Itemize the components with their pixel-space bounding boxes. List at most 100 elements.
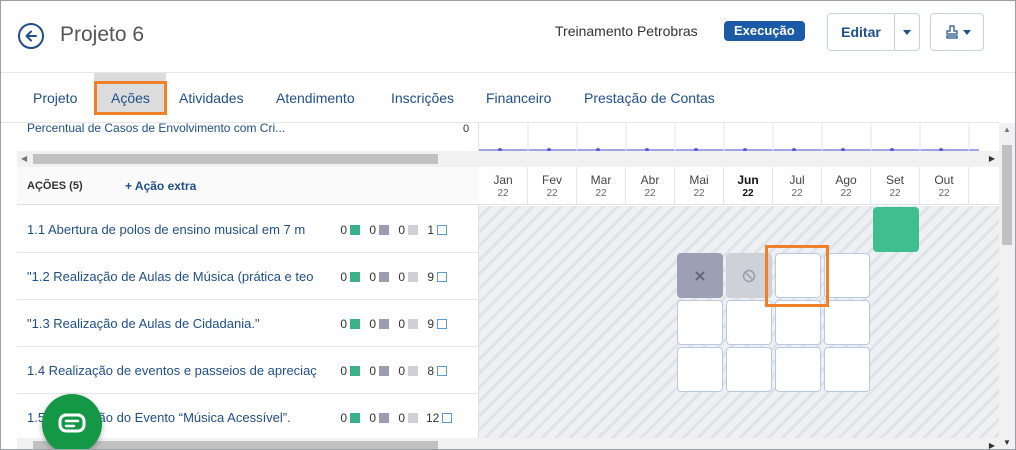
done-square-icon bbox=[350, 319, 360, 329]
count-done: 0 bbox=[340, 411, 347, 425]
action-row[interactable]: 1.4 Realização de eventos e passeios de … bbox=[17, 347, 479, 394]
count-blocked: 0 bbox=[398, 317, 405, 331]
tab-inscricoes[interactable]: Inscrições bbox=[391, 90, 454, 106]
count-pending: 1 bbox=[427, 223, 434, 237]
action-row[interactable]: "1.3 Realização de Aulas de Cidadania." … bbox=[17, 300, 479, 347]
scroll-right-icon[interactable]: ▶ bbox=[989, 441, 995, 449]
count-pending: 9 bbox=[427, 317, 434, 331]
count-pending: 12 bbox=[426, 411, 440, 425]
export-button[interactable] bbox=[930, 13, 984, 51]
scrollbar-thumb[interactable] bbox=[33, 154, 438, 164]
timeline-cell-pending[interactable] bbox=[824, 253, 870, 298]
count-blocked: 0 bbox=[398, 223, 405, 237]
scroll-right-icon[interactable]: ▶ bbox=[989, 154, 995, 163]
action-counts: 0 0 0 9 bbox=[339, 270, 455, 284]
tab-atendimento[interactable]: Atendimento bbox=[276, 90, 355, 106]
arrow-left-icon bbox=[25, 30, 37, 42]
main-content: Percentual de Casos de Envolvimento com … bbox=[17, 123, 999, 449]
blocked-square-icon bbox=[408, 413, 418, 423]
scrollbar-thumb[interactable] bbox=[1002, 145, 1012, 245]
timeline-cell-done[interactable] bbox=[873, 207, 919, 252]
scroll-up-icon[interactable]: ▲ bbox=[1003, 125, 1011, 134]
ban-icon bbox=[742, 269, 756, 282]
month-column-header: Out 22 bbox=[920, 167, 969, 205]
month-column-header-current: Jun 22 bbox=[724, 167, 773, 205]
horizontal-scrollbar-left[interactable]: ◀ bbox=[17, 151, 479, 167]
cell-highlight-box bbox=[765, 245, 829, 307]
count-cancelled: 0 bbox=[369, 223, 376, 237]
timeline-horizontal-scrollbar[interactable]: ▶ bbox=[479, 151, 999, 167]
back-button[interactable] bbox=[18, 23, 44, 49]
edit-button[interactable]: Editar bbox=[828, 14, 895, 50]
indicator-label: Percentual de Casos de Envolvimento com … bbox=[27, 123, 286, 135]
month-column-header: Mai 22 bbox=[675, 167, 724, 205]
blocked-square-icon bbox=[408, 366, 418, 376]
action-counts: 0 0 0 12 bbox=[339, 411, 460, 425]
tab-financeiro[interactable]: Financeiro bbox=[486, 90, 551, 106]
count-done: 0 bbox=[340, 317, 347, 331]
blocked-square-icon bbox=[408, 272, 418, 282]
timeline-cell-pending[interactable] bbox=[677, 300, 723, 345]
timeline-cell-pending[interactable] bbox=[775, 347, 821, 392]
count-done: 0 bbox=[340, 364, 347, 378]
count-blocked: 0 bbox=[398, 270, 405, 284]
action-label[interactable]: 1.4 Realização de eventos e passeios de … bbox=[27, 363, 319, 378]
done-square-icon bbox=[350, 413, 360, 423]
count-cancelled: 0 bbox=[369, 364, 376, 378]
timeline-pane: ▶ Jan 22 Fev 22 Mar 22 Abr 22 Mai 22 Jun 22 Ju… bbox=[479, 123, 999, 449]
indicator-sparkline bbox=[479, 123, 979, 153]
timeline-cell-pending[interactable] bbox=[726, 347, 772, 392]
timeline-cell-pending[interactable] bbox=[824, 347, 870, 392]
organization-name: Treinamento Petrobras bbox=[555, 23, 698, 39]
status-badge: Execução bbox=[724, 21, 805, 41]
count-pending: 8 bbox=[427, 364, 434, 378]
months-header: Jan 22 Fev 22 Mar 22 Abr 22 Mai 22 Jun 22 Jul 2… bbox=[479, 167, 999, 205]
tab-atividades[interactable]: Atividades bbox=[179, 90, 244, 106]
month-column-header: Jul 22 bbox=[773, 167, 822, 205]
done-square-icon bbox=[350, 272, 360, 282]
action-label[interactable]: "1.3 Realização de Aulas de Cidadania." bbox=[27, 316, 319, 331]
edit-dropdown-toggle[interactable] bbox=[895, 14, 919, 50]
blocked-square-icon bbox=[408, 319, 418, 329]
vertical-scrollbar[interactable]: ▲ ▼ bbox=[999, 123, 1015, 449]
action-counts: 0 0 0 1 bbox=[339, 223, 455, 237]
timeline-cell-pending[interactable] bbox=[824, 300, 870, 345]
count-done: 0 bbox=[340, 223, 347, 237]
cancelled-square-icon bbox=[379, 319, 389, 329]
actions-header: AÇÕES (5) + Ação extra bbox=[17, 167, 479, 205]
month-column-header: Ago 22 bbox=[822, 167, 871, 205]
blocked-square-icon bbox=[408, 225, 418, 235]
timeline-horizontal-scrollbar-bottom[interactable]: ▶ bbox=[479, 438, 999, 449]
add-extra-action-button[interactable]: + Ação extra bbox=[125, 179, 196, 193]
chat-button[interactable] bbox=[42, 394, 102, 449]
month-column-header: Abr 22 bbox=[626, 167, 675, 205]
indicator-value: 0 bbox=[463, 123, 470, 135]
scroll-down-icon[interactable]: ▼ bbox=[1003, 438, 1011, 447]
page-title: Projeto 6 bbox=[60, 23, 145, 46]
month-column-header: Set 22 bbox=[871, 167, 920, 205]
tab-projeto[interactable]: Projeto bbox=[33, 90, 77, 106]
cancelled-square-icon bbox=[379, 366, 389, 376]
pending-square-icon bbox=[437, 272, 447, 282]
count-cancelled: 0 bbox=[369, 317, 376, 331]
cancelled-square-icon bbox=[379, 272, 389, 282]
tab-highlight-box bbox=[94, 81, 167, 115]
month-column-header: Mar 22 bbox=[577, 167, 626, 205]
page-header: Projeto 6 Treinamento Petrobras Execução… bbox=[1, 1, 1015, 73]
action-row[interactable]: "1.2 Realização de Aulas de Música (prát… bbox=[17, 253, 479, 300]
timeline-cell-cancelled[interactable] bbox=[677, 253, 723, 298]
tab-bar: Projeto Ações Atividades Atendimento Ins… bbox=[1, 73, 999, 123]
x-icon bbox=[695, 270, 705, 281]
app-window: Projeto 6 Treinamento Petrobras Execução… bbox=[0, 0, 1016, 450]
count-cancelled: 0 bbox=[369, 270, 376, 284]
action-row[interactable]: 1.1 Abertura de polos de ensino musical … bbox=[17, 206, 479, 253]
done-square-icon bbox=[350, 366, 360, 376]
action-counts: 0 0 0 9 bbox=[339, 317, 455, 331]
action-label[interactable]: 1.1 Abertura de polos de ensino musical … bbox=[27, 222, 319, 237]
tab-prestacao-de-contas[interactable]: Prestação de Contas bbox=[584, 90, 715, 106]
action-label[interactable]: "1.2 Realização de Aulas de Música (prát… bbox=[27, 269, 319, 284]
count-done: 0 bbox=[340, 270, 347, 284]
scroll-left-icon[interactable]: ◀ bbox=[21, 154, 27, 163]
pending-square-icon bbox=[437, 225, 447, 235]
timeline-cell-pending[interactable] bbox=[677, 347, 723, 392]
